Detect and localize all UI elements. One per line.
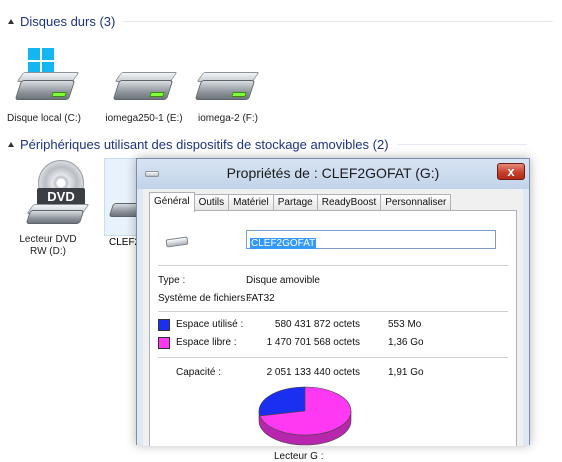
free-space-swatch [158,337,170,349]
tab-strip: Général Outils Matériel Partage ReadyBoo… [149,192,452,212]
drive-label: Lecteur DVD RW (D:) [19,234,77,257]
drive-tile-f[interactable]: iomega-2 (F:) [188,70,268,124]
dialog-body: Général Outils Matériel Partage ReadyBoo… [143,189,523,462]
hard-disk-icon [112,80,174,100]
drive-letter-label: Lecteur G : [274,451,324,462]
free-space-size: 1,36 Go [388,337,424,348]
hard-disk-icon [14,80,76,100]
dialog-title: Propriétés de : CLEF2GOFAT (G:) [226,165,440,181]
windows-logo-icon [28,48,54,74]
drive-tile-c[interactable]: Disque local (C:) [4,48,84,124]
drive-tile-dvd[interactable]: DVD Lecteur DVD RW (D:) [18,160,98,260]
free-space-label: Espace libre : [176,337,237,348]
dvd-drive-icon [25,210,85,224]
used-space-swatch [158,319,170,331]
filesystem-label: Système de fichiers : [158,293,251,304]
group-label: Périphériques utilisant des dispositifs … [20,136,389,152]
separator [158,357,508,358]
group-label: Disques durs (3) [20,13,116,29]
filesystem-value: FAT32 [246,293,275,304]
tab-customize[interactable]: Personnaliser [380,194,452,211]
tab-hardware[interactable]: Matériel [228,194,274,211]
used-space-size: 553 Mo [388,319,422,330]
used-space-label: Espace utilisé : [176,319,244,330]
capacity-label: Capacité : [176,367,222,378]
group-header-removable[interactable]: Périphériques utilisant des dispositifs … [0,133,560,155]
general-panel: CLEF2GOFAT Type : Disque amovible Systèm… [149,210,517,462]
drive-label: iomega250-1 (E:) [105,113,183,124]
group-divider [396,143,527,145]
volume-name-value: CLEF2GOFAT [250,238,317,249]
separator [158,265,508,266]
drive-label: Disque local (C:) [7,113,81,124]
disk-led-icon [149,92,165,97]
disk-led-icon [51,92,67,97]
volume-name-input[interactable]: CLEF2GOFAT [246,230,496,249]
tab-sharing[interactable]: Partage [272,194,318,211]
usb-drive-icon [165,236,189,248]
dialog-titlebar[interactable]: Propriétés de : CLEF2GOFAT (G:) x [137,159,529,189]
tab-general[interactable]: Général [149,192,195,212]
capacity-bytes: 2 051 133 440 octets [266,367,360,378]
hard-disk-icon [194,80,256,100]
used-space-bytes: 580 431 872 octets [274,319,360,330]
disk-led-icon [231,92,247,97]
free-space-bytes: 1 470 701 568 octets [266,337,360,348]
collapse-triangle-icon[interactable] [8,18,14,24]
tab-tools[interactable]: Outils [193,194,230,211]
drive-label: iomega-2 (F:) [197,113,258,124]
properties-dialog: Propriétés de : CLEF2GOFAT (G:) x Généra… [136,158,530,462]
capacity-size: 1,91 Go [388,367,424,378]
drive-tile-e[interactable]: iomega250-1 (E:) [104,70,184,124]
tab-readyboost[interactable]: ReadyBoost [316,194,382,211]
disk-usage-pie-chart [258,386,352,446]
group-divider [123,20,554,22]
group-header-hard-drives[interactable]: Disques durs (3) [0,10,560,32]
explorer-window: Disques durs (3) Disque local (C:) iomeg… [0,0,562,462]
close-button[interactable]: x [497,163,525,180]
collapse-triangle-icon[interactable] [8,141,14,147]
separator [158,311,508,312]
type-value: Disque amovible [246,275,320,286]
type-label: Type : [158,275,186,286]
